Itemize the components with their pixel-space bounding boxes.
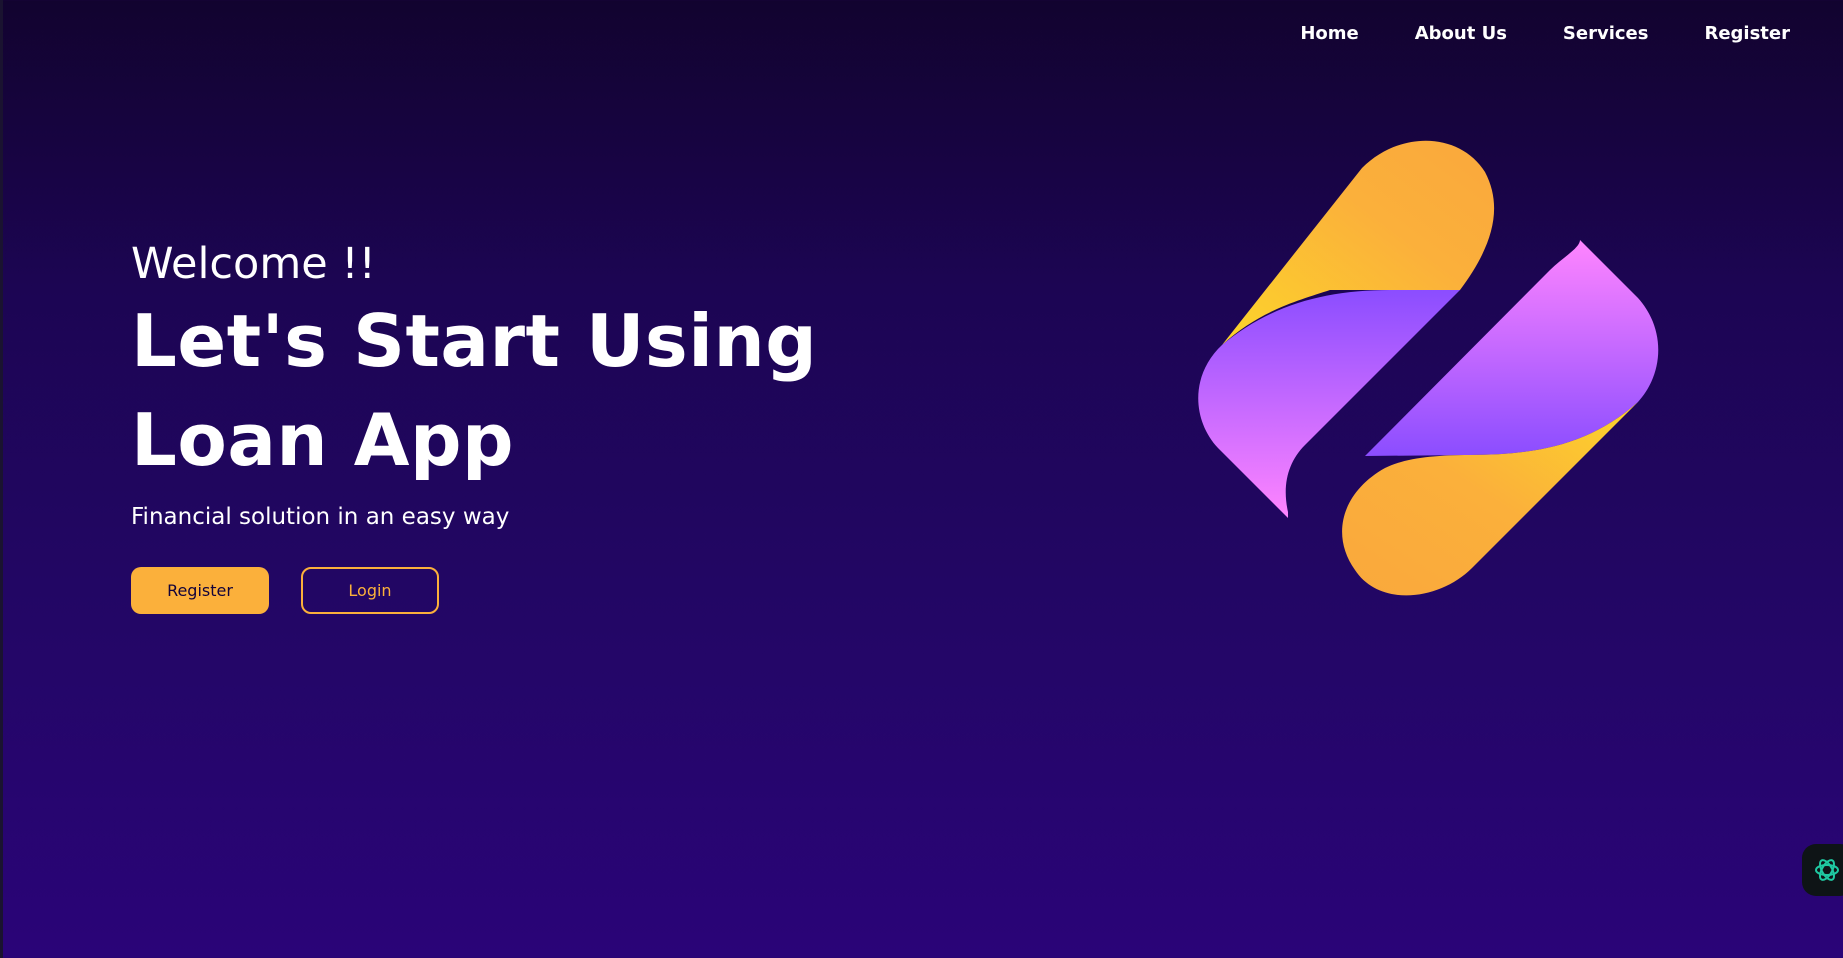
nav-register-link[interactable]: Register [1704, 22, 1790, 46]
openai-assistant-icon [1815, 859, 1839, 881]
register-button[interactable]: Register [131, 567, 269, 614]
headline-line-1: Let's Start Using [131, 299, 818, 383]
nav-home-link[interactable]: Home [1300, 22, 1358, 46]
welcome-heading: Welcome !! [131, 239, 376, 289]
headline-line-2: Loan App [131, 398, 515, 482]
assistant-fab[interactable] [1802, 844, 1843, 896]
hero-tagline: Financial solution in an easy way [131, 504, 510, 530]
window-edge [0, 0, 3, 958]
nav-about-link[interactable]: About Us [1415, 22, 1507, 46]
top-navigation: Home About Us Services Register [1300, 22, 1790, 46]
hero-section: Welcome !! Let's Start Using Loan App Fi… [131, 236, 851, 614]
hero-actions: Register Login [131, 567, 851, 614]
hero-headline: Let's Start Using Loan App [131, 292, 851, 490]
login-button[interactable]: Login [301, 567, 439, 614]
nav-services-link[interactable]: Services [1563, 22, 1649, 46]
brand-logo-icon [1160, 140, 1700, 680]
